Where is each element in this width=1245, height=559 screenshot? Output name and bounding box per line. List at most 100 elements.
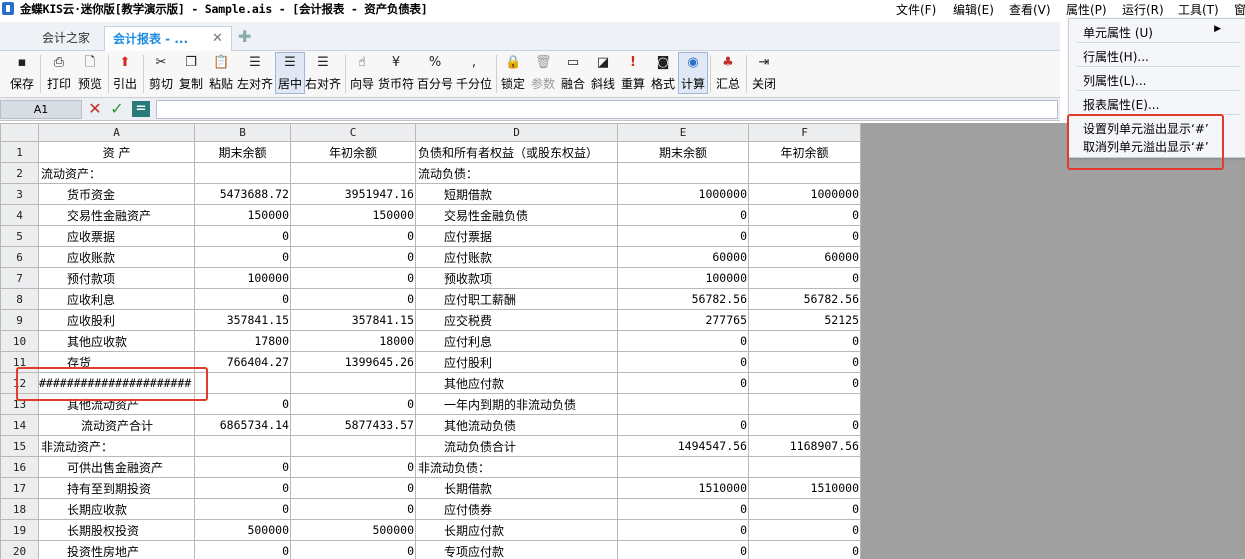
cell-f[interactable]: 1510000 (748, 477, 861, 499)
cell-c[interactable]: 0 (290, 267, 416, 289)
cell-c[interactable]: 0 (290, 225, 416, 247)
cell-a[interactable]: 长期股权投资 (38, 519, 195, 541)
menu-edit[interactable]: 编辑(E) (953, 1, 994, 18)
cell-d[interactable]: 应交税费 (415, 309, 618, 331)
row-header[interactable]: 8 (0, 288, 39, 310)
cut-button[interactable]: ✂ 剪切 (147, 53, 175, 93)
cell-e[interactable] (617, 393, 749, 415)
cell-e[interactable]: 0 (617, 540, 749, 559)
row-header[interactable]: 20 (0, 540, 39, 559)
menu-cell-properties[interactable]: 单元属性 (U) ▶ (1083, 24, 1233, 41)
cell-d[interactable]: 应付债券 (415, 498, 618, 520)
align-center-button[interactable]: ☰ 居中 (275, 52, 305, 94)
cell-e[interactable]: 0 (617, 498, 749, 520)
cell-a[interactable]: 持有至到期投资 (38, 477, 195, 499)
align-left-button[interactable]: ☰ 左对齐 (236, 53, 274, 93)
diagonal-button[interactable]: ◪ 斜线 (589, 53, 617, 93)
cell-c[interactable]: 0 (290, 393, 416, 415)
cell-f[interactable]: 0 (748, 225, 861, 247)
cell-e[interactable]: 0 (617, 330, 749, 352)
cell-f[interactable] (748, 456, 861, 478)
cell-f[interactable]: 年初余额 (748, 141, 861, 163)
column-header-b[interactable]: B (194, 123, 291, 142)
cell-e[interactable]: 0 (617, 414, 749, 436)
cell-f[interactable]: 0 (748, 498, 861, 520)
row-header[interactable]: 15 (0, 435, 39, 457)
cell-f[interactable]: 0 (748, 540, 861, 559)
row-header[interactable]: 17 (0, 477, 39, 499)
cell-e[interactable]: 1510000 (617, 477, 749, 499)
cell-b[interactable]: 5473688.72 (194, 183, 291, 205)
cell-b[interactable]: 0 (194, 246, 291, 268)
cell-b[interactable]: 0 (194, 225, 291, 247)
cell-b[interactable]: 100000 (194, 267, 291, 289)
row-header[interactable]: 19 (0, 519, 39, 541)
row-header[interactable]: 10 (0, 330, 39, 352)
cell-e[interactable]: 1494547.56 (617, 435, 749, 457)
percent-button[interactable]: % 百分号 (416, 53, 454, 93)
cell-b[interactable]: 17800 (194, 330, 291, 352)
cell-a[interactable]: 其他应收款 (38, 330, 195, 352)
cell-d[interactable]: 应付股利 (415, 351, 618, 373)
cell-b[interactable] (194, 162, 291, 184)
menu-run[interactable]: 运行(R) (1122, 1, 1164, 18)
cell-c[interactable]: 0 (290, 477, 416, 499)
cell-d[interactable]: 短期借款 (415, 183, 618, 205)
menu-properties[interactable]: 属性(P) (1066, 1, 1107, 18)
menu-column-properties[interactable]: 列属性(L)... (1083, 72, 1147, 89)
menu-window[interactable]: 窗 (1234, 1, 1245, 18)
merge-button[interactable]: ▭ 融合 (559, 53, 587, 93)
cell-d[interactable]: 流动负债： (415, 162, 618, 184)
row-header[interactable]: 14 (0, 414, 39, 436)
row-header[interactable]: 5 (0, 225, 39, 247)
row-header[interactable]: 18 (0, 498, 39, 520)
cell-b[interactable]: 0 (194, 477, 291, 499)
cell-a[interactable]: 交易性金融资产 (38, 204, 195, 226)
cell-a[interactable]: 长期应收款 (38, 498, 195, 520)
cell-d[interactable]: 其他应付款 (415, 372, 618, 394)
cell-c[interactable]: 500000 (290, 519, 416, 541)
cell-f[interactable]: 1168907.56 (748, 435, 861, 457)
cell-d[interactable]: 非流动负债： (415, 456, 618, 478)
cell-e[interactable]: 0 (617, 519, 749, 541)
menu-file[interactable]: 文件(F) (896, 1, 936, 18)
row-header[interactable]: 1 (0, 141, 39, 163)
column-header-c[interactable]: C (290, 123, 416, 142)
cell-f[interactable]: 0 (748, 414, 861, 436)
cell-e[interactable]: 56782.56 (617, 288, 749, 310)
cell-a[interactable]: 应收票据 (38, 225, 195, 247)
cell-f[interactable] (748, 393, 861, 415)
cell-e[interactable]: 0 (617, 204, 749, 226)
cell-b[interactable]: 0 (194, 288, 291, 310)
cell-c[interactable] (290, 372, 416, 394)
cell-b[interactable]: 766404.27 (194, 351, 291, 373)
cell-b[interactable]: 357841.15 (194, 309, 291, 331)
column-header-d[interactable]: D (415, 123, 618, 142)
cell-f[interactable]: 0 (748, 267, 861, 289)
cell-b[interactable]: 150000 (194, 204, 291, 226)
cell-reference-box[interactable]: A1 (0, 100, 82, 119)
cell-c[interactable]: 3951947.16 (290, 183, 416, 205)
cell-e[interactable]: 期末余额 (617, 141, 749, 163)
menu-view[interactable]: 查看(V) (1009, 1, 1051, 18)
menu-row-properties[interactable]: 行属性(H)... (1083, 48, 1149, 65)
params-button[interactable]: 🗑 参数 (529, 53, 557, 93)
export-button[interactable]: ⬆ 引出 (111, 53, 139, 93)
print-button[interactable]: ⎙ 打印 (45, 53, 73, 93)
cell-a[interactable]: 应收利息 (38, 288, 195, 310)
cell-f[interactable]: 0 (748, 519, 861, 541)
row-header[interactable]: 4 (0, 204, 39, 226)
cell-a[interactable]: 预付款项 (38, 267, 195, 289)
thousands-button[interactable]: , 千分位 (455, 53, 493, 93)
row-header[interactable]: 6 (0, 246, 39, 268)
formula-input[interactable] (156, 100, 1058, 119)
cell-e[interactable]: 0 (617, 225, 749, 247)
calculate-button[interactable]: ◉ 计算 (678, 52, 708, 94)
cell-d[interactable]: 预收款项 (415, 267, 618, 289)
column-header-e[interactable]: E (617, 123, 749, 142)
cell-c[interactable]: 0 (290, 246, 416, 268)
cell-d[interactable]: 长期借款 (415, 477, 618, 499)
cell-a[interactable]: 流动资产： (38, 162, 195, 184)
cell-c[interactable]: 0 (290, 456, 416, 478)
cell-d[interactable]: 应付票据 (415, 225, 618, 247)
